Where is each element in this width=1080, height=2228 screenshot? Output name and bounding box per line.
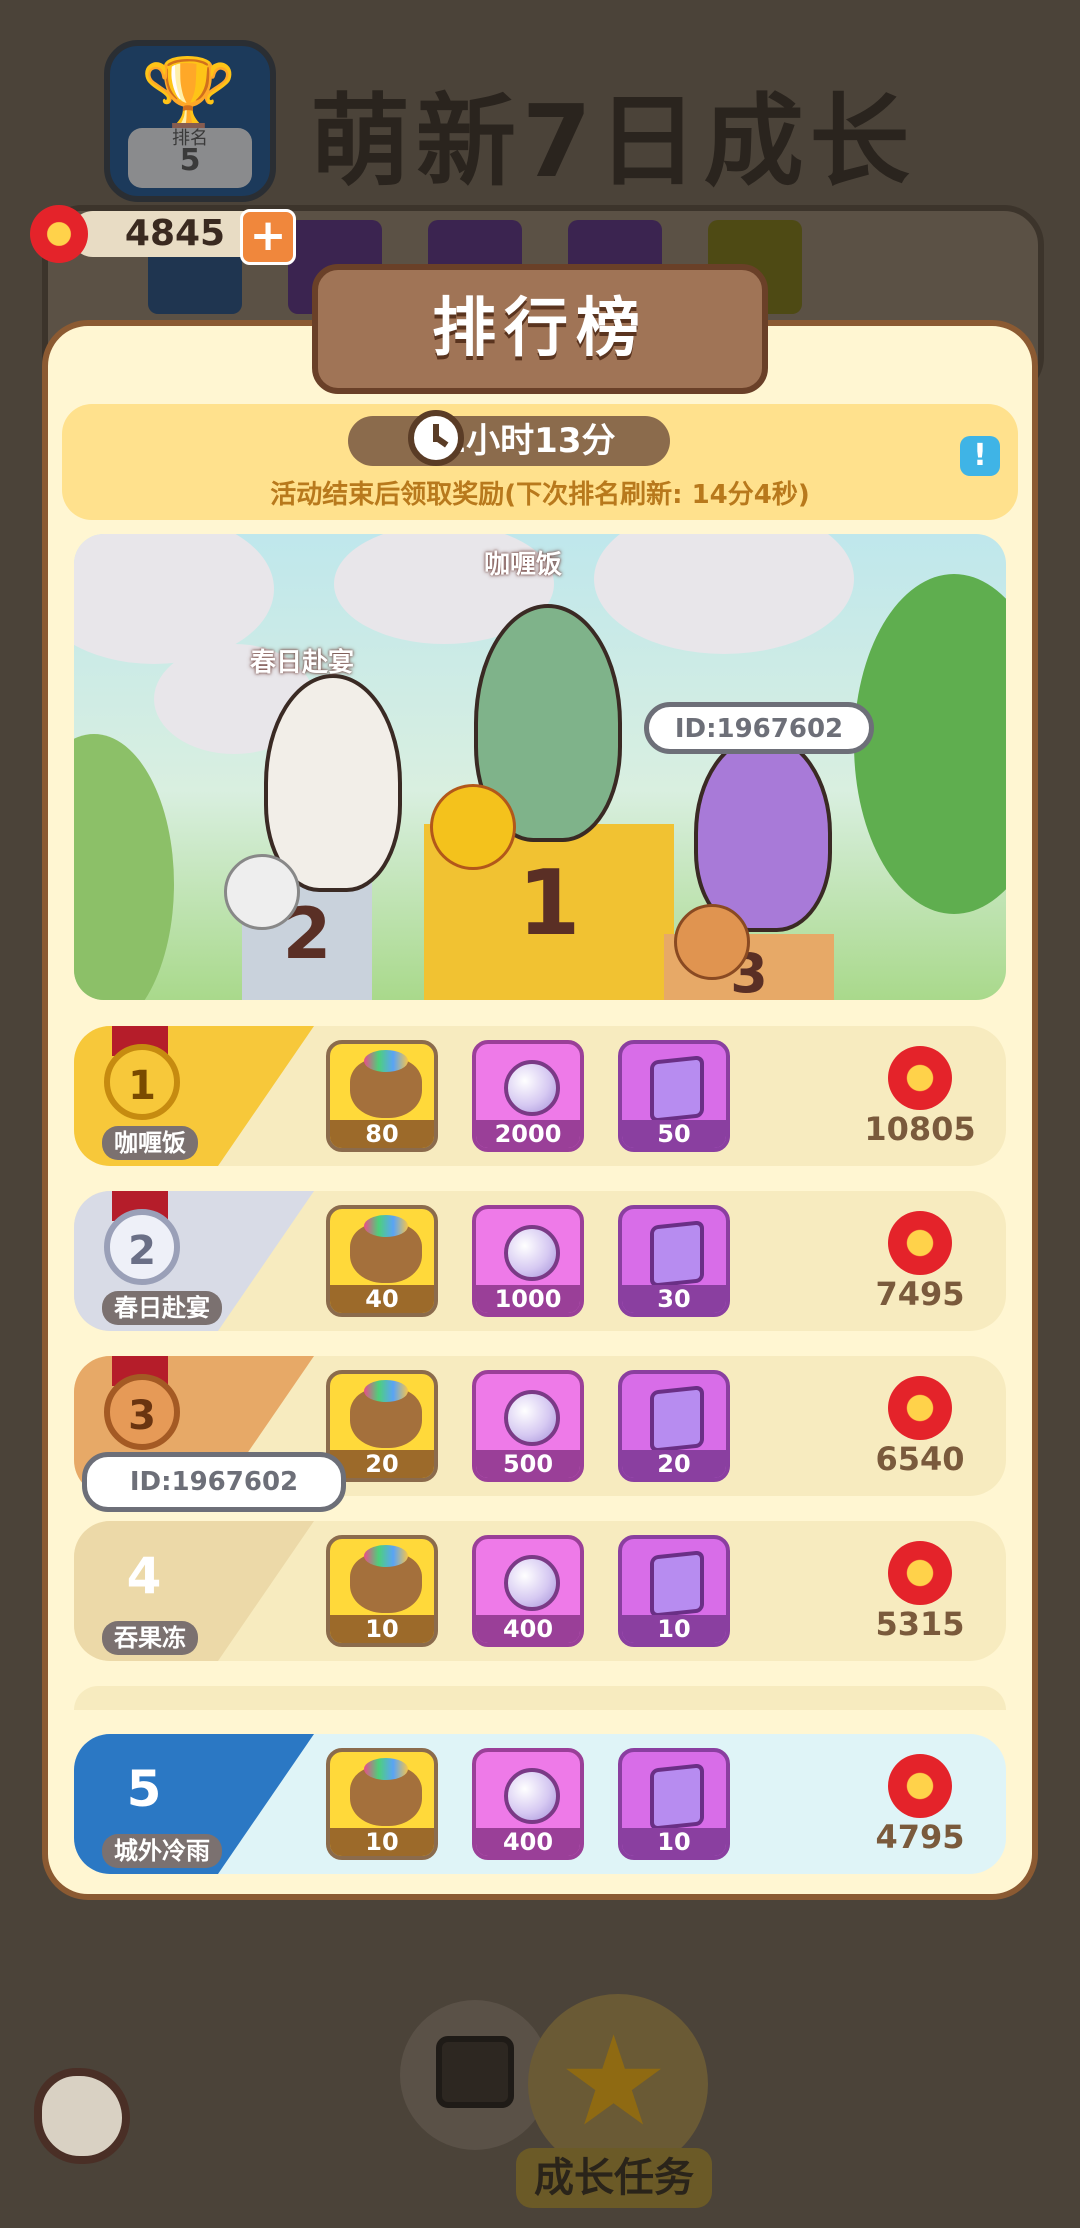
my-rank-row[interactable]: 5 城外冷雨 10 400 10 4795 <box>74 1734 1006 1874</box>
candy-bag-reward[interactable]: 10 <box>326 1535 438 1647</box>
avatar-third[interactable] <box>694 734 832 932</box>
book-icon <box>650 1550 704 1618</box>
reward-qty: 10 <box>622 1828 726 1856</box>
countdown-timer: 1小时13分 <box>348 416 670 466</box>
flower-icon <box>888 1541 952 1605</box>
rank-number: 5 <box>126 1760 162 1818</box>
book-reward[interactable]: 10 <box>618 1748 730 1860</box>
tab-growth-task-label: 成长任务 <box>516 2148 712 2208</box>
pearl-icon <box>504 1390 560 1446</box>
rank-row[interactable]: 1 咖喱饭 80 2000 50 10805 <box>74 1026 1006 1166</box>
refresh-note: 活动结束后领取奖励(下次排名刷新: 14分4秒) <box>270 480 810 510</box>
pearl-reward[interactable]: 2000 <box>472 1040 584 1152</box>
gold-medal-icon: 1 <box>104 1044 180 1120</box>
candy-bag-reward[interactable]: 80 <box>326 1040 438 1152</box>
score-value: 5315 <box>875 1605 965 1643</box>
player-name: 城外冷雨 <box>102 1834 222 1868</box>
back-icon <box>34 2068 130 2164</box>
scene-tree <box>594 534 854 654</box>
rank-number: 4 <box>126 1547 162 1605</box>
rank-row[interactable]: 2 春日赴宴 40 1000 30 7495 <box>74 1191 1006 1331</box>
reward-qty: 400 <box>476 1828 580 1856</box>
gold-rose-icon <box>430 784 516 870</box>
scene-bush <box>74 734 174 1000</box>
tab-growth-task[interactable]: ★ <box>528 1994 708 2174</box>
book-reward[interactable]: 10 <box>618 1535 730 1647</box>
rank-badge[interactable]: 🏆 排名 5 <box>104 40 276 202</box>
book-reward[interactable]: 30 <box>618 1205 730 1317</box>
plus-icon[interactable]: + <box>240 209 296 265</box>
podium-third-id: ID:1967602 <box>644 702 874 754</box>
modal-header: 排行榜 <box>312 264 768 394</box>
flower-balance: 4845 + <box>30 205 302 265</box>
reward-qty: 1000 <box>476 1285 580 1313</box>
flower-icon <box>888 1376 952 1440</box>
flower-icon <box>888 1211 952 1275</box>
score-value: 4795 <box>875 1818 965 1856</box>
book-reward[interactable]: 50 <box>618 1040 730 1152</box>
book-icon <box>650 1055 704 1123</box>
pearl-icon <box>504 1060 560 1116</box>
candy-bag-icon <box>350 1545 422 1613</box>
flower-icon <box>888 1754 952 1818</box>
candy-bag-icon <box>350 1050 422 1118</box>
rank-row-partial <box>74 1686 1006 1710</box>
pearl-icon <box>504 1555 560 1611</box>
pearl-reward[interactable]: 400 <box>472 1535 584 1647</box>
info-icon[interactable]: ! <box>960 436 1000 476</box>
reward-qty: 2000 <box>476 1120 580 1148</box>
calendar-icon <box>436 2036 514 2108</box>
scene-bush <box>854 574 1006 914</box>
player-id-bubble: ID:1967602 <box>82 1452 346 1512</box>
candy-bag-reward[interactable]: 40 <box>326 1205 438 1317</box>
score-value: 6540 <box>875 1440 965 1478</box>
podium-second-name: 春日赴宴 <box>250 648 355 678</box>
reward-qty: 400 <box>476 1615 580 1643</box>
star-icon: ★ <box>558 2010 670 2154</box>
player-name: 春日赴宴 <box>102 1291 222 1325</box>
pearl-reward[interactable]: 400 <box>472 1748 584 1860</box>
pearl-reward[interactable]: 1000 <box>472 1205 584 1317</box>
player-name: 咖喱饭 <box>102 1126 198 1160</box>
flower-icon <box>30 205 88 263</box>
reward-qty: 80 <box>330 1120 434 1148</box>
back-button[interactable] <box>24 2060 140 2180</box>
player-name: 吞果冻 <box>102 1621 198 1655</box>
pearl-icon <box>504 1225 560 1281</box>
bronze-medal-icon: 3 <box>104 1374 180 1450</box>
score-value: 10805 <box>864 1110 976 1148</box>
podium-first-name: 咖喱饭 <box>484 550 563 580</box>
book-icon <box>650 1763 704 1831</box>
silver-medal-icon: 2 <box>104 1209 180 1285</box>
book-icon <box>650 1385 704 1453</box>
podium-scene: 2 1 3 咖喱饭 春日赴宴 ID:1967602 <box>74 534 1006 1000</box>
reward-qty: 10 <box>622 1615 726 1643</box>
silver-rose-icon <box>224 854 300 930</box>
score-value: 7495 <box>875 1275 965 1313</box>
pearl-reward[interactable]: 500 <box>472 1370 584 1482</box>
rank-badge-value: 5 <box>179 143 201 178</box>
reward-qty: 40 <box>330 1285 434 1313</box>
candy-bag-icon <box>350 1380 422 1448</box>
rank-row[interactable]: 4 吞果冻 10 400 10 5315 <box>74 1521 1006 1661</box>
reward-qty: 20 <box>622 1450 726 1478</box>
reward-qty: 500 <box>476 1450 580 1478</box>
pearl-icon <box>504 1768 560 1824</box>
modal-title: 排行榜 <box>432 292 648 366</box>
book-reward[interactable]: 20 <box>618 1370 730 1482</box>
reward-qty: 30 <box>622 1285 726 1313</box>
bronze-rose-icon <box>674 904 750 980</box>
reward-qty: 10 <box>330 1615 434 1643</box>
flower-icon <box>888 1046 952 1110</box>
candy-bag-icon <box>350 1758 422 1826</box>
avatar-second[interactable] <box>264 674 402 892</box>
event-title: 萌新7日成长 <box>310 83 916 200</box>
reward-qty: 50 <box>622 1120 726 1148</box>
reward-qty: 10 <box>330 1828 434 1856</box>
clock-icon <box>408 410 464 466</box>
candy-bag-reward[interactable]: 10 <box>326 1748 438 1860</box>
rank-badge-label: 排名 5 <box>128 128 252 188</box>
book-icon <box>650 1220 704 1288</box>
candy-bag-icon <box>350 1215 422 1283</box>
